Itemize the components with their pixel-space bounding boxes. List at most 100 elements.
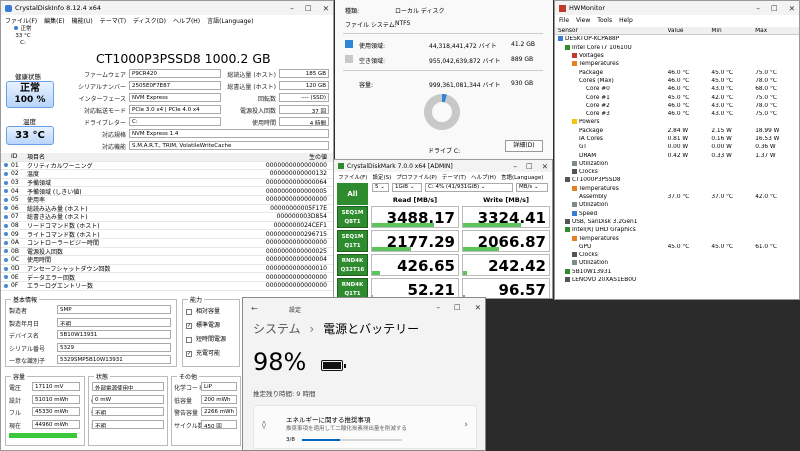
sensor-row[interactable]: CT1000P3PSSD8 xyxy=(555,176,799,184)
sensor-row[interactable]: Utilization xyxy=(555,160,799,168)
sensor-row[interactable]: 5B10W13931 xyxy=(555,268,799,276)
sensor-row[interactable]: Powers xyxy=(555,118,799,126)
test-button[interactable]: SEQ1M Q1T1 xyxy=(337,230,368,252)
menu-file[interactable]: ファイル(F) xyxy=(338,173,367,181)
smart-rows: 01 クリティカルワーニング 0000000000000000 02 温度 0000000… xyxy=(1,162,333,291)
drive-select[interactable]: C: 4% (41/931GiB) ⌄ xyxy=(425,183,513,192)
menu-help[interactable]: Help xyxy=(619,17,633,24)
col-sensor[interactable]: Sensor xyxy=(555,28,668,34)
menu-file[interactable]: ファイル(F) xyxy=(5,16,37,25)
col-max[interactable]: Max xyxy=(755,28,799,34)
minimize-button[interactable]: – xyxy=(513,162,517,171)
sensor-row[interactable]: Temperatures xyxy=(555,234,799,242)
maximize-button[interactable]: ☐ xyxy=(305,4,312,13)
back-arrow-icon[interactable]: ← xyxy=(251,304,258,313)
maximize-button[interactable]: ☐ xyxy=(771,4,778,13)
col-min[interactable]: Min xyxy=(711,28,755,34)
menu-disk[interactable]: ディスク(D) xyxy=(133,16,166,25)
cdm-titlebar: CrystalDiskMark 7.0.0 x64 [ADMIN] – ☐ ✕ xyxy=(334,160,552,172)
sensor-row[interactable]: Core #1 45.0 °C 42.0 °C 75.0 °C xyxy=(555,93,799,101)
sensor-value: 0.00 W xyxy=(667,144,689,151)
close-button[interactable]: ✕ xyxy=(542,162,548,171)
sensor-row[interactable]: Assembly 37.0 °C 37.0 °C 42.0 °C xyxy=(555,193,799,201)
sensor-row[interactable]: LENOVO 20XAS1EB0U xyxy=(555,276,799,284)
write-text: 242.42 xyxy=(488,257,546,275)
minimize-button[interactable]: – xyxy=(436,303,440,312)
test-button[interactable]: RND4K Q32T16 xyxy=(337,254,368,276)
sensor-name: Core #2 xyxy=(586,102,610,109)
menu-theme[interactable]: テーマ(T) xyxy=(100,16,126,25)
menu-settings[interactable]: 設定(S) xyxy=(372,173,391,181)
sensor-row[interactable]: Clocks xyxy=(555,251,799,259)
sensor-row[interactable]: Clocks xyxy=(555,168,799,176)
maximize-button[interactable]: ☐ xyxy=(454,303,461,312)
close-button[interactable]: ✕ xyxy=(475,303,481,312)
sensor-row[interactable]: GPU 45.0 °C 45.0 °C 61.0 °C xyxy=(555,243,799,251)
menu-tools[interactable]: Tools xyxy=(597,17,612,24)
menu-help[interactable]: ヘルプ(H) xyxy=(471,173,496,181)
sensor-row[interactable]: Temperatures xyxy=(555,60,799,68)
sensor-row[interactable]: USB, SanDisk 3.2Gen1 xyxy=(555,218,799,226)
capacity-title: 容量 xyxy=(11,372,28,381)
test-button[interactable]: RND4K Q1T1 xyxy=(337,278,368,298)
test-button[interactable]: SEQ1M Q8T1 xyxy=(337,206,368,228)
col-raw[interactable]: 生の値 xyxy=(237,152,327,161)
all-button[interactable]: All xyxy=(337,183,368,205)
recommendation-title: エネルギーに関する推奨事項 xyxy=(286,416,371,424)
energy-recommendation-card[interactable]: ◊ エネルギーに関する推奨事項 推奨事項を適用して二酸化炭素排出量を削減する 3… xyxy=(253,405,477,449)
benchmark-row: SEQ1M Q1T1 2177.29 2066.87 xyxy=(337,230,550,252)
sensor-row[interactable]: Core #0 46.0 °C 43.0 °C 68.0 °C xyxy=(555,85,799,93)
sensor-row[interactable]: Package 2.84 W 2.15 W 18.99 W xyxy=(555,127,799,135)
sensor-row[interactable]: Cores (Max) 46.0 °C 45.0 °C 78.0 °C xyxy=(555,77,799,85)
sensor-row[interactable]: Intel(R) UHD Graphics xyxy=(555,226,799,234)
menu-profile[interactable]: プロファイル(P) xyxy=(396,173,437,181)
sensor-value: 0.81 W xyxy=(667,136,689,142)
col-value[interactable]: Value xyxy=(668,28,712,34)
health-status-button[interactable]: 正常 100 % xyxy=(6,81,54,108)
detail-button[interactable]: 詳細(D) xyxy=(505,140,543,152)
close-button[interactable]: ✕ xyxy=(323,4,329,13)
minimize-button[interactable]: – xyxy=(290,4,294,13)
drive-tab[interactable]: 正常 33 °C C: xyxy=(4,26,42,48)
bat-icon xyxy=(565,268,570,274)
free-gb: 889 GB xyxy=(511,56,534,63)
sensor-row[interactable]: Core #3 46.0 °C 43.0 °C 75.0 °C xyxy=(555,110,799,118)
sensor-row[interactable]: Core #2 46.0 °C 43.0 °C 78.0 °C xyxy=(555,102,799,110)
smart-row[interactable]: 0F エラーログエントリー数 0000000000000000 xyxy=(1,282,333,291)
menu-help[interactable]: ヘルプ(H) xyxy=(173,16,200,25)
menu-function[interactable]: 機能(U) xyxy=(72,16,93,25)
sensor-row[interactable]: DESKTOP-KCPA88P xyxy=(555,35,799,43)
menu-theme[interactable]: テーマ(T) xyxy=(442,173,466,181)
disk-properties-window: 種類: ローカル ディスク ファイル システム: NTFS 使用領域: 44,3… xyxy=(335,0,553,160)
sensor-row[interactable]: Utilization xyxy=(555,259,799,267)
menu-view[interactable]: View xyxy=(576,17,590,24)
checkbox[interactable] xyxy=(186,308,192,315)
sensor-row[interactable]: Package 46.0 °C 45.0 °C 75.0 °C xyxy=(555,68,799,76)
maximize-button[interactable]: ☐ xyxy=(526,162,533,171)
checkbox[interactable]: ✓ xyxy=(186,350,192,357)
temp-status-button[interactable]: 33 °C xyxy=(6,126,54,145)
status-dot-icon xyxy=(4,163,8,168)
col-id[interactable]: ID xyxy=(11,153,27,160)
sensor-row[interactable]: Utilization xyxy=(555,201,799,209)
menu-file[interactable]: File xyxy=(559,17,569,24)
checkbox[interactable]: ✓ xyxy=(186,322,192,329)
sensor-row[interactable]: GT 0.00 W 0.00 W 0.36 W xyxy=(555,143,799,151)
sensor-row[interactable]: Voltages xyxy=(555,52,799,60)
minimize-button[interactable]: – xyxy=(756,4,760,13)
sensor-row[interactable]: Speed xyxy=(555,210,799,218)
count-select[interactable]: 5 ⌄ xyxy=(372,183,389,192)
sensor-row[interactable]: Intel Core i7 10610U xyxy=(555,44,799,52)
sensor-row[interactable]: IA Cores 0.81 W 0.16 W 16.53 W xyxy=(555,135,799,143)
breadcrumb-parent[interactable]: システム xyxy=(253,322,301,336)
checkbox[interactable] xyxy=(186,336,192,343)
unit-select[interactable]: MB/s ⌄ xyxy=(516,183,548,192)
menu-edit[interactable]: 編集(E) xyxy=(44,16,64,25)
menu-language[interactable]: 言語(Language) xyxy=(501,173,543,181)
size-select[interactable]: 1GiB ⌄ xyxy=(392,183,422,192)
close-button[interactable]: ✕ xyxy=(789,4,795,13)
breadcrumb: システム › 電源とバッテリー xyxy=(253,320,419,337)
sensor-row[interactable]: Temperatures xyxy=(555,185,799,193)
sensor-row[interactable]: DRAM 0.42 W 0.33 W 1.37 W xyxy=(555,151,799,159)
menu-language[interactable]: 言語(Language) xyxy=(207,16,253,25)
